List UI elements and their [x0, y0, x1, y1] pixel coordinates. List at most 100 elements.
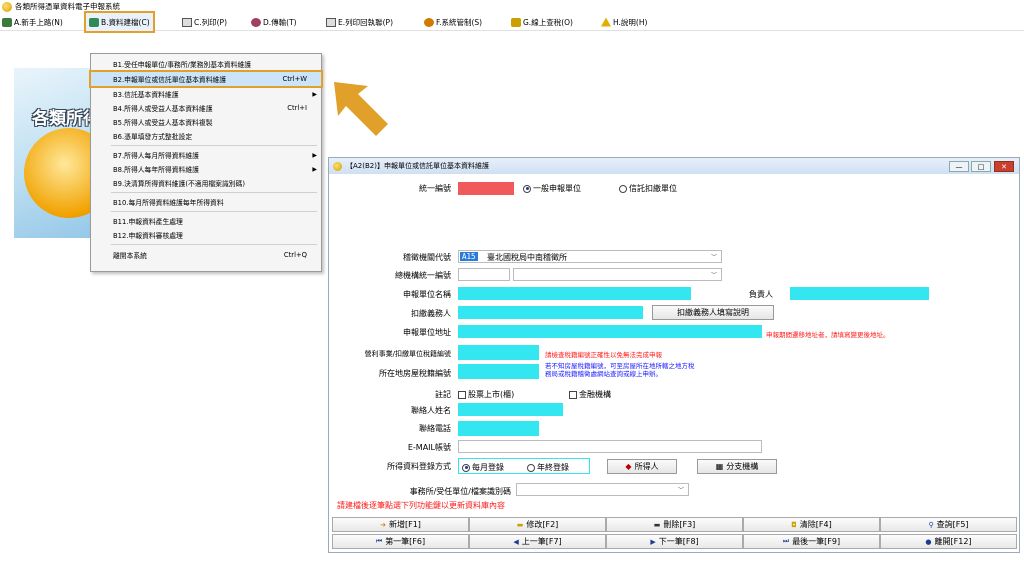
dropdown-item-b9[interactable]: B9.決清算所得資料維護(不適用檔案識別碼) [91, 176, 321, 190]
withholder-help-button[interactable]: 扣繳義務人填寫說明 [652, 305, 774, 320]
dropdown-item-b1[interactable]: B1.受任申報單位/事務所/業務別基本資料維護 [91, 57, 321, 71]
contact-phone-field[interactable] [458, 421, 539, 436]
head-office-select[interactable]: ﹀ [513, 268, 722, 281]
last-record-button[interactable]: ⏭ 最後一筆[F9] [743, 534, 880, 549]
menu-print[interactable]: C.列印(P) [182, 13, 227, 31]
radio-monthly-entry[interactable]: 每月登錄 [462, 462, 504, 473]
exit-button[interactable]: ● 離開[F12] [880, 534, 1017, 549]
radio-icon [462, 463, 470, 472]
radio-general-unit[interactable]: 一般申報單位 [523, 183, 581, 194]
dropdown-item-b7[interactable]: B7.所得人每月所得資料維護 ▶ [91, 148, 321, 162]
next-record-button[interactable]: ▶ 下一筆[F8] [606, 534, 743, 549]
dropdown-separator [111, 211, 317, 212]
address-label: 申報單位地址 [403, 328, 451, 337]
radio-icon [619, 184, 627, 193]
unit-basic-data-dialog: 【A2(B2)】申報單位或信託單位基本資料維護 — □ ✕ 統一編號 一般申報單… [328, 157, 1020, 553]
dropdown-item-b10[interactable]: B10.每月所得資料維護每年所得資料 [91, 195, 321, 209]
head-office-label: 總機構統一編號 [395, 271, 451, 280]
maximize-button[interactable]: □ [971, 161, 991, 172]
radio-yearly-entry[interactable]: 年終登錄 [527, 462, 569, 473]
email-field[interactable] [458, 440, 762, 453]
clear-button[interactable]: ◘ 清除[F4] [743, 517, 880, 532]
menu-help[interactable]: H.說明(H) [601, 13, 647, 31]
app-titlebar: 各類所得憑單資料電子申報系統 [0, 0, 1024, 13]
dropdown-separator [111, 244, 317, 245]
dialog-titlebar: 【A2(B2)】申報單位或信託單位基本資料維護 — □ ✕ [329, 158, 1019, 174]
menu-system-control[interactable]: F.系統管制(S) [424, 13, 482, 31]
withholder-field[interactable] [458, 306, 643, 319]
dropdown-item-b11[interactable]: B11.申報資料產生處理 [91, 214, 321, 228]
exit-icon: ● [925, 537, 932, 546]
action-row-1: ➔ 新增[F1] ▬ 修改[F2] ▬ 刪除[F3] ◘ 清除[F4] ⚲ 查詢[F5] [332, 517, 1017, 532]
office-code-select[interactable]: A15 臺北國稅局中南稽徵所 ﹀ [458, 250, 722, 263]
dropdown-item-b2[interactable]: B2.申報單位或信託單位基本資料維護 Ctrl+W [89, 70, 323, 88]
owner-field[interactable] [790, 287, 929, 300]
branch-button[interactable]: ▦ 分支機構 [697, 459, 777, 474]
menu-transfer[interactable]: D.傳輸(T) [251, 13, 297, 31]
instruction-text: 請建檔後逐筆點選下列功能鍵以更新資料庫內容 [337, 501, 505, 510]
checkbox-listed-company[interactable]: 股票上市(櫃) [458, 389, 514, 400]
submenu-arrow-icon: ▶ [312, 151, 317, 159]
app-title: 各類所得憑單資料電子申報系統 [15, 2, 120, 11]
menu-bar: A.新手上路(N) B.資料建檔(C) C.列印(P) D.傳輸(T) E.列印… [0, 11, 1024, 33]
menu-receipt-print[interactable]: E.列印回執聯(P) [326, 13, 393, 31]
add-button[interactable]: ➔ 新增[F1] [332, 517, 469, 532]
close-button[interactable]: ✕ [994, 161, 1014, 172]
system-control-icon [424, 17, 434, 27]
first-record-icon: ⏮ [375, 537, 383, 545]
search-button[interactable]: ⚲ 查詢[F5] [880, 517, 1017, 532]
dropdown-item-b5[interactable]: B5.所得人或受益人基本資料複製 [91, 115, 321, 129]
radio-icon [527, 463, 535, 472]
dropdown-item-exit[interactable]: 離開本系統 Ctrl+Q [91, 248, 321, 262]
last-record-icon: ⏭ [782, 537, 790, 545]
withholder-label: 扣繳義務人 [411, 309, 451, 318]
delete-button[interactable]: ▬ 刪除[F3] [606, 517, 743, 532]
checkbox-financial-institution[interactable]: 金融機構 [569, 389, 611, 400]
action-row-2: ⏮ 第一筆[F6] ◀ 上一筆[F7] ▶ 下一筆[F8] ⏭ 最後一筆[F9] ● 離開… [332, 534, 1017, 549]
business-tax-field[interactable] [458, 345, 539, 360]
checkbox-icon [569, 390, 577, 399]
file-id-label: 事務所/受任單位/檔案識別碼 [409, 487, 511, 496]
search-icon: ⚲ [928, 520, 934, 529]
edit-button[interactable]: ▬ 修改[F2] [469, 517, 606, 532]
unit-name-field[interactable] [458, 287, 691, 300]
tax-id-field[interactable] [458, 182, 514, 195]
data-entry-icon [89, 17, 99, 27]
file-id-select[interactable]: ﹀ [516, 483, 689, 496]
dropdown-item-b12[interactable]: B12.申報資料審核處理 [91, 228, 321, 242]
dropdown-item-b6[interactable]: B6.憑單填發方式整批設定 [91, 129, 321, 143]
head-office-field[interactable] [458, 268, 510, 281]
add-icon: ➔ [380, 520, 386, 529]
entry-method-label: 所得資料登錄方式 [387, 462, 451, 471]
next-record-icon: ▶ [650, 537, 656, 546]
unit-name-label: 申報單位名稱 [403, 290, 451, 299]
prev-record-button[interactable]: ◀ 上一筆[F7] [469, 534, 606, 549]
minimize-button[interactable]: — [949, 161, 969, 172]
menu-data-entry[interactable]: B.資料建檔(C) [84, 11, 155, 33]
house-tax-field[interactable] [458, 364, 539, 379]
dropdown-item-b4[interactable]: B4.所得人或受益人基本資料維護 Ctrl+I [91, 101, 321, 115]
first-record-button[interactable]: ⏮ 第一筆[F6] [332, 534, 469, 549]
pointer-arrow-icon [334, 82, 388, 136]
dropdown-separator [111, 192, 317, 193]
tax-id-label: 統一編號 [419, 184, 451, 193]
dropdown-separator [111, 145, 317, 146]
address-note: 申報期間遷移地址者，請填寫變更後地址。 [766, 331, 890, 339]
dialog-title: 【A2(B2)】申報單位或信託單位基本資料維護 [346, 162, 489, 170]
income-person-button[interactable]: ◆ 所得人 [607, 459, 677, 474]
dropdown-item-b8[interactable]: B8.所得人每年所得資料維護 ▶ [91, 162, 321, 176]
menu-new-user[interactable]: A.新手上路(N) [2, 13, 63, 31]
radio-trust-unit[interactable]: 信託扣繳單位 [619, 183, 677, 194]
contact-name-field[interactable] [458, 403, 563, 416]
transfer-icon [251, 17, 261, 27]
house-tax-note-line2: 務局或稅籍稽徵處網站查詢或線上申辦。 [545, 370, 662, 378]
dialog-logo-icon [333, 161, 342, 171]
new-user-icon [2, 17, 12, 27]
submenu-arrow-icon: ▶ [312, 165, 317, 173]
submenu-arrow-icon: ▶ [312, 90, 317, 98]
app-logo-icon [2, 1, 12, 12]
menu-online-tax[interactable]: G.線上查稅(O) [511, 13, 573, 31]
dropdown-item-b3[interactable]: B3.信託基本資料維護 ▶ [91, 87, 321, 101]
branch-icon: ▦ [715, 462, 724, 471]
address-field[interactable] [458, 325, 762, 338]
